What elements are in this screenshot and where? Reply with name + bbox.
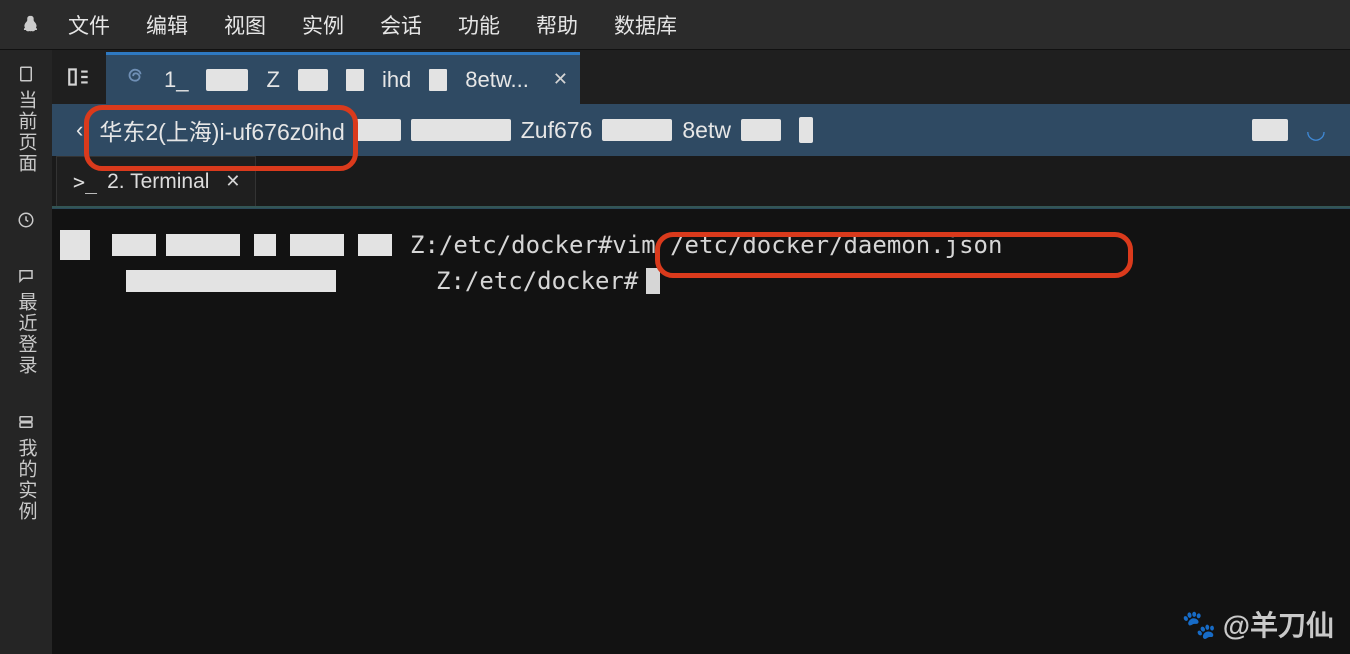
redacted-block [166, 234, 240, 256]
session-tab[interactable]: 1_ Z ihd 8etw... ✕ [106, 52, 580, 104]
terminal-text: vim /etc/docker/daemon.json [612, 227, 1002, 263]
watermark-text: @羊刀仙 [1223, 604, 1334, 644]
page-icon [16, 64, 36, 84]
menu-file[interactable]: 文件 [50, 10, 128, 40]
cursor [646, 268, 660, 294]
clock-icon [16, 210, 36, 230]
redacted-block [60, 230, 90, 260]
prompt-icon: >_ [73, 170, 97, 194]
redacted-block [298, 69, 328, 91]
redacted-block [358, 234, 392, 256]
redacted-block [1252, 119, 1288, 141]
tab-text: 8etw... [465, 67, 529, 93]
menu-help[interactable]: 帮助 [518, 10, 596, 40]
paw-icon: 🐾 [1182, 608, 1217, 641]
linux-logo-icon [10, 5, 50, 45]
leftbar-current-page[interactable]: 当前页面 [13, 50, 40, 188]
close-icon[interactable]: ✕ [553, 69, 568, 90]
panel-toggle-icon[interactable] [52, 50, 106, 104]
redacted-block [799, 117, 813, 143]
redacted-block [602, 119, 672, 141]
terminal-tab-label: 2. Terminal [107, 170, 209, 194]
redacted-block [206, 69, 248, 91]
close-icon[interactable]: ✕ [225, 171, 240, 192]
redacted-block [254, 234, 276, 256]
leftbar: 当前页面 最近登录 我的实例 [0, 50, 52, 654]
leftbar-recent-clock[interactable] [16, 196, 36, 244]
redacted-block [112, 234, 156, 256]
file-icon [346, 69, 364, 91]
breadcrumb-text: 8etw [682, 117, 731, 144]
debian-swirl-icon [124, 66, 146, 93]
tab-text: ihd [382, 67, 411, 93]
terminal-line: Z:/etc/docker# [52, 263, 1350, 299]
menu-function[interactable]: 功能 [440, 10, 518, 40]
terminal-text: Z:/etc/docker# [410, 227, 612, 263]
chevron-left-icon[interactable]: ‹ [76, 117, 83, 143]
menu-database[interactable]: 数据库 [596, 10, 695, 40]
file-icon [429, 69, 447, 91]
menu-instance[interactable]: 实例 [284, 10, 362, 40]
terminal-text: Z:/etc/docker# [436, 263, 638, 299]
redacted-block [741, 119, 781, 141]
workspace: 1_ Z ihd 8etw... ✕ ‹ 华东2(上海)i-uf676z0ihd… [52, 50, 1350, 654]
breadcrumb-text: 华东2(上海)i-uf676z0ihd [99, 113, 344, 147]
leftbar-recent-login[interactable]: 最近登录 [13, 252, 40, 390]
server-icon [16, 412, 36, 432]
tab-text: Z [266, 67, 279, 93]
breadcrumb: ‹ 华东2(上海)i-uf676z0ihd Zuf676 8etw ◡ [52, 104, 1350, 156]
tab-text: 1_ [164, 67, 188, 93]
leftbar-my-instances[interactable]: 我的实例 [13, 398, 40, 536]
terminal-line: Z:/etc/docker# vim /etc/docker/daemon.js… [52, 227, 1350, 263]
redacted-block [126, 270, 336, 292]
menu-edit[interactable]: 编辑 [128, 10, 206, 40]
top-tabs: 1_ Z ihd 8etw... ✕ [52, 50, 1350, 104]
loading-spinner-icon: ◡ [1306, 117, 1326, 144]
menu-session[interactable]: 会话 [362, 10, 440, 40]
breadcrumb-text: Zuf676 [521, 117, 593, 144]
menu-view[interactable]: 视图 [206, 10, 284, 40]
terminal-tab[interactable]: >_ 2. Terminal ✕ [56, 156, 256, 206]
chat-icon [16, 266, 36, 286]
redacted-block [411, 119, 511, 141]
menubar: 文件 编辑 视图 实例 会话 功能 帮助 数据库 [0, 0, 1350, 50]
redacted-block [290, 234, 344, 256]
terminal[interactable]: Z:/etc/docker# vim /etc/docker/daemon.js… [52, 208, 1350, 654]
terminal-tabs: >_ 2. Terminal ✕ [52, 156, 1350, 208]
watermark: 🐾 @羊刀仙 [1182, 604, 1334, 644]
redacted-block [355, 119, 401, 141]
